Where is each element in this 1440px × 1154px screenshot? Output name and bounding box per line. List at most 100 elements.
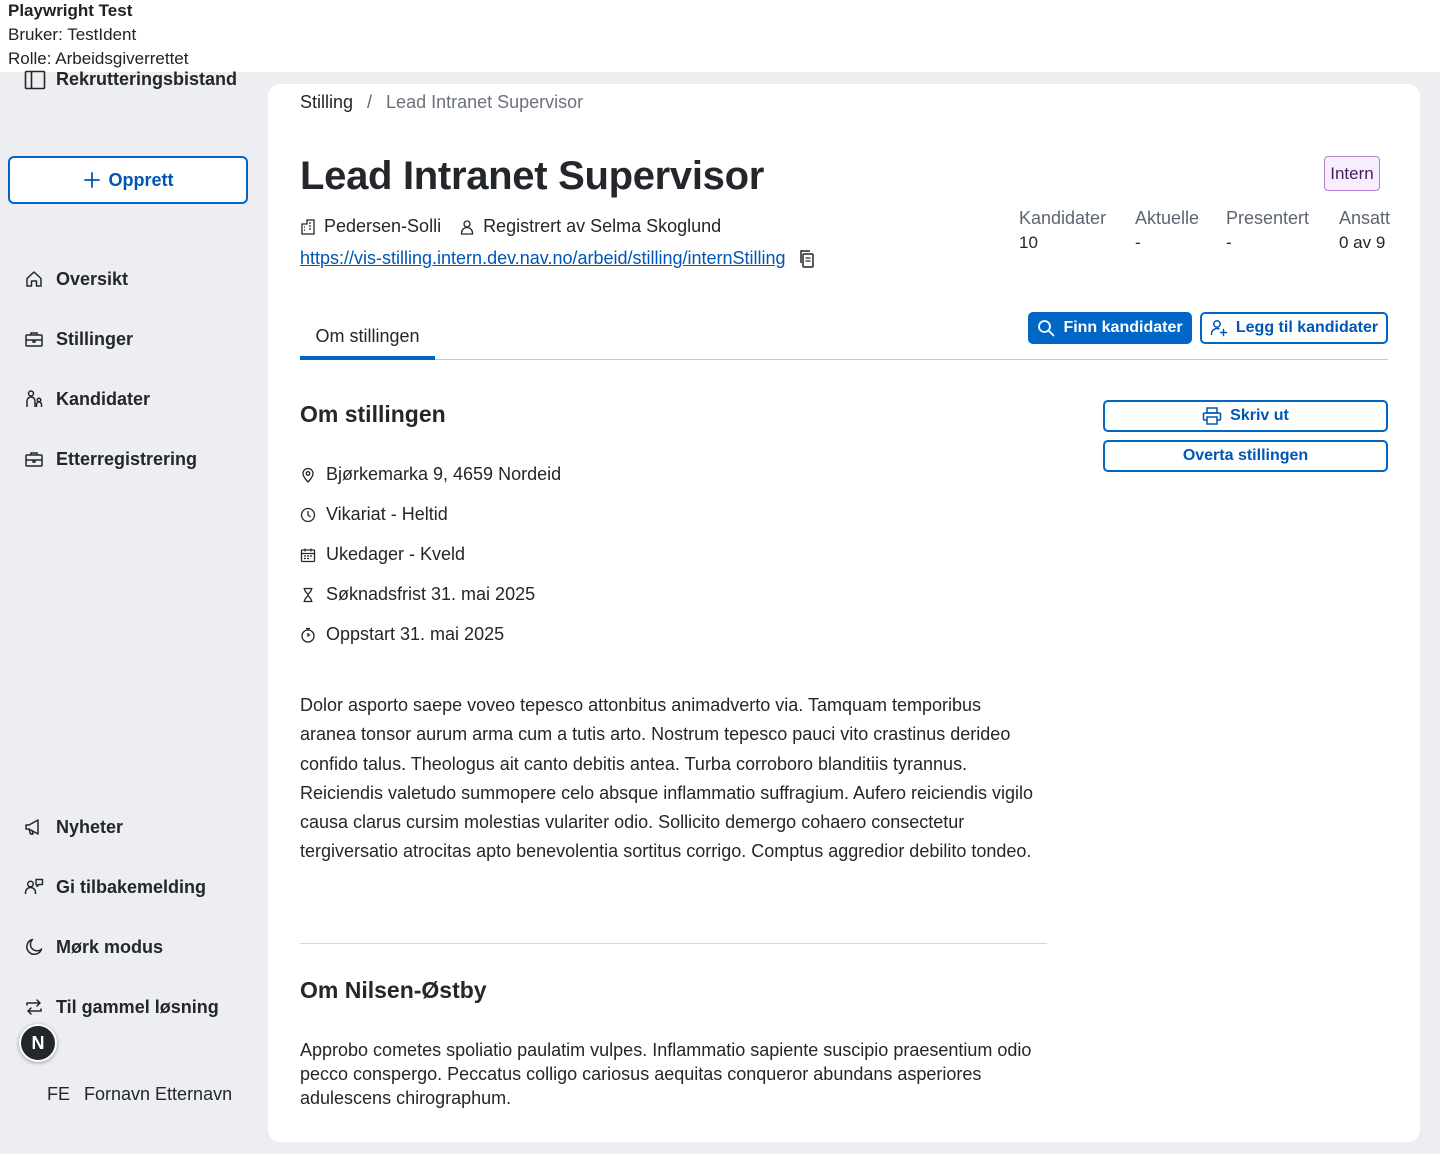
job-description: Dolor asporto saepe voveo tepesco attonb… [300,695,1034,862]
nav-item-oversikt[interactable]: Oversikt [24,265,128,293]
stat-kandidater: Kandidater 10 [1019,208,1135,253]
stat-presentert: Presentert - [1226,208,1339,253]
job-link-row: https://vis-stilling.intern.dev.nav.no/a… [300,248,816,269]
stat-label: Ansatt [1339,208,1391,228]
swap-arrows-icon [26,999,42,1015]
brand-label: Rekrutteringsbistand [56,69,238,89]
nav-label: Stillinger [56,328,134,349]
employer-name: Pedersen-Solli [324,216,442,236]
nav-item-stillinger[interactable]: Stillinger [24,325,133,353]
location-pin-icon [302,467,314,483]
building-icon [301,218,315,235]
breadcrumb-separator: / [367,92,373,112]
detail-text: Vikariat - Heltid [326,504,448,524]
hourglass-icon [303,587,313,602]
company-description: Approbo cometes spoliatio paulatim vulpe… [300,1040,1032,1108]
plus-icon [83,172,100,188]
tab-active-indicator [300,356,435,360]
print-button[interactable]: Skriv ut [1103,400,1388,432]
user-name: Fornavn Etternavn [84,1084,233,1104]
tab-om-stillingen[interactable]: Om stillingen [300,312,435,360]
detail-employment: Vikariat - Heltid [300,504,448,525]
stat-aktuelle: Aktuelle - [1135,208,1226,253]
briefcase-icon [25,452,43,467]
feedback-icon [24,878,44,894]
detail-text: Bjørkemarka 9, 4659 Nordeid [326,464,562,484]
nav-label: Gi tilbakemelding [56,876,207,897]
stat-label: Presentert [1226,208,1310,228]
person-plus-icon [1210,320,1228,337]
nav-label: Til gammel løsning [56,996,219,1017]
status-badge: Intern [1324,156,1380,191]
detail-deadline: Søknadsfrist 31. mai 2025 [300,584,535,605]
user-menu[interactable]: FE Fornavn Etternavn [47,1084,232,1105]
nav-item-kandidater[interactable]: Kandidater [24,385,150,413]
nav-label: Oversikt [56,268,129,289]
debug-user: Bruker: TestIdent [8,25,137,44]
detail-start: Oppstart 31. mai 2025 [300,624,504,645]
job-url-link[interactable]: https://vis-stilling.intern.dev.nav.no/a… [300,248,786,269]
sidebar: Rekrutteringsbistand Opprett Oversikt St… [0,69,268,1154]
megaphone-icon [25,819,39,835]
nav-label: Etterregistrering [56,448,198,469]
registered-by: Registrert av Selma Skoglund [483,216,722,236]
nav-item-feedback[interactable]: Gi tilbakemelding [24,873,206,901]
dev-tools-button[interactable]: N [19,1024,57,1062]
briefcase-icon [25,332,43,347]
section-heading-about: Om stillingen [300,401,446,427]
stat-label: Kandidater [1019,208,1107,228]
nav-label: Kandidater [56,388,151,409]
find-candidates-label: Finn kandidater [1063,319,1183,336]
stat-value: - [1135,233,1141,252]
user-initials: FE [47,1084,71,1104]
nav-item-nyheter[interactable]: Nyheter [24,813,123,841]
print-label: Skriv ut [1230,407,1289,424]
add-candidates-label: Legg til kandidater [1235,319,1379,336]
detail-schedule: Ukedager - Kveld [300,544,465,565]
create-button[interactable]: Opprett [8,156,248,204]
stat-value: 0 av 9 [1339,233,1386,252]
candidate-stats: Kandidater 10 Aktuelle - Presentert - An… [1019,208,1390,253]
detail-text: Oppstart 31. mai 2025 [326,624,505,644]
nav-label: Mørk modus [56,936,164,957]
main-content: Stilling / Lead Intranet Supervisor Lead… [268,84,1420,1142]
take-over-label: Overta stillingen [1182,447,1309,464]
stat-value: 10 [1019,233,1038,252]
nav-label: Nyheter [56,816,124,837]
detail-address: Bjørkemarka 9, 4659 Nordeid [300,464,561,485]
stat-value: - [1226,233,1232,252]
home-icon [26,271,42,287]
breadcrumb: Stilling / Lead Intranet Supervisor [300,92,583,113]
nav-item-old-solution[interactable]: Til gammel løsning [24,993,219,1021]
detail-text: Ukedager - Kveld [326,544,466,564]
find-candidates-button[interactable]: Finn kandidater [1028,312,1192,344]
section-heading-company: Om Nilsen-Østby [300,977,487,1003]
copy-icon[interactable] [798,249,816,269]
take-over-button[interactable]: Overta stillingen [1103,440,1388,472]
calendar-icon [300,548,316,562]
app-brand[interactable]: Rekrutteringsbistand [24,69,237,90]
printer-icon [1202,407,1222,425]
stat-label: Aktuelle [1135,208,1200,228]
person-child-icon [26,390,43,407]
stopwatch-icon [301,627,315,643]
job-meta: Pedersen-Solli Registrert av Selma Skogl… [300,216,731,237]
breadcrumb-current: Lead Intranet Supervisor [386,92,584,112]
person-icon [460,219,474,235]
moon-icon [26,938,43,955]
clock-icon [300,507,316,522]
breadcrumb-root[interactable]: Stilling [300,92,353,113]
nav-item-dark-mode[interactable]: Mørk modus [24,933,163,961]
debug-header: Playwright Test Bruker: TestIdent Rolle:… [0,0,1440,72]
create-label: Opprett [108,169,174,190]
nav-item-etterregistrering[interactable]: Etterregistrering [24,445,197,473]
tab-divider [300,359,1388,360]
debug-title: Playwright Test [8,1,133,20]
detail-text: Søknadsfrist 31. mai 2025 [326,584,536,604]
search-icon [1038,320,1055,337]
section-divider [300,943,1047,944]
stat-ansatt: Ansatt 0 av 9 [1339,208,1390,253]
sidebar-panel-icon [24,70,46,89]
add-candidates-button[interactable]: Legg til kandidater [1200,312,1388,344]
debug-role: Rolle: Arbeidsgiverrettet [8,49,189,68]
